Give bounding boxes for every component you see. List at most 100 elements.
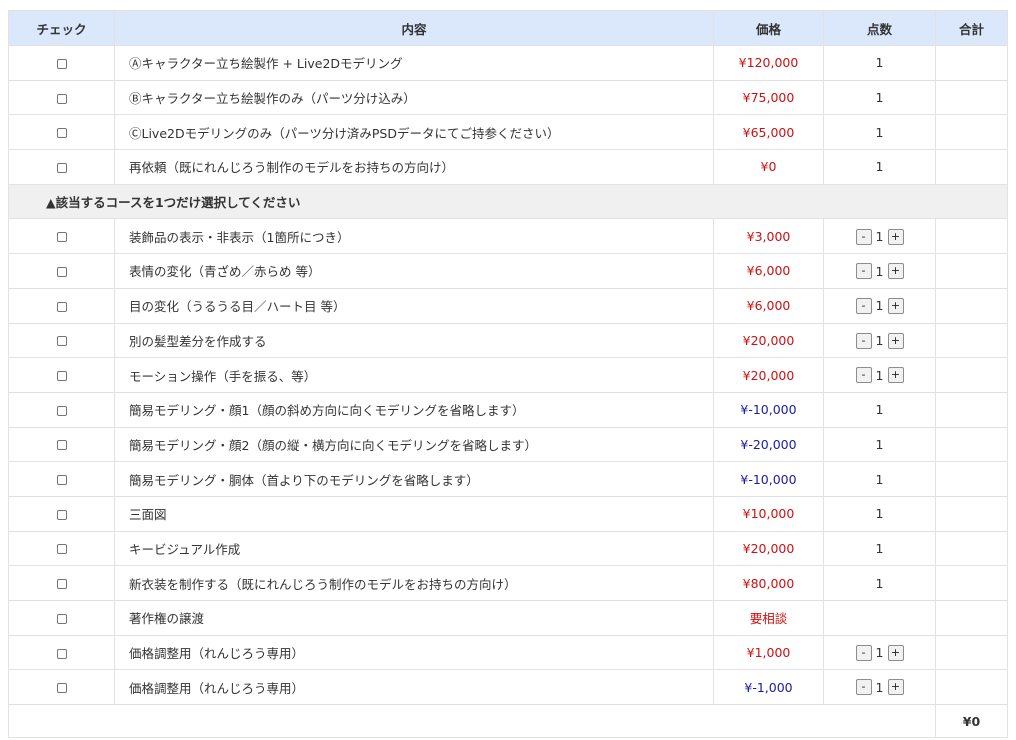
item-quantity: 1: [823, 530, 936, 567]
option-checkbox[interactable]: [56, 232, 67, 243]
increment-button[interactable]: +: [887, 297, 904, 314]
table-row: 目の変化（うるうる目／ハート目 等） ¥6,000 -1 +: [8, 287, 1008, 324]
item-total: [935, 634, 1008, 671]
item-price: ¥0: [713, 149, 824, 185]
option-checkbox[interactable]: [56, 301, 67, 312]
item-price: ¥20,000: [713, 322, 824, 359]
header-quantity: 点数: [823, 10, 936, 46]
option-checkbox[interactable]: [56, 371, 67, 382]
increment-button[interactable]: +: [887, 332, 904, 349]
header-check: チェック: [8, 10, 115, 46]
decrement-button[interactable]: -: [855, 228, 872, 245]
increment-button[interactable]: +: [887, 367, 904, 384]
section-note: ▲該当するコースを1つだけ選択してください: [8, 183, 1008, 220]
item-total: [935, 45, 1008, 81]
item-price: ¥75,000: [713, 79, 824, 116]
total-row: ¥0: [8, 704, 1008, 739]
item-total: [935, 391, 1008, 428]
quantity-stepper: -1 +: [855, 367, 904, 384]
table-row: 三面図 ¥10,000 1: [8, 495, 1008, 532]
item-total: [935, 357, 1008, 393]
item-total: [935, 253, 1008, 289]
item-price: ¥120,000: [713, 45, 824, 81]
increment-button[interactable]: +: [887, 644, 904, 661]
item-price: ¥20,000: [713, 530, 824, 567]
item-total: [935, 600, 1008, 636]
item-label: 表情の変化（青ざめ／赤らめ 等）: [114, 253, 714, 289]
item-total: [935, 495, 1008, 532]
header-total: 合計: [935, 10, 1008, 46]
price-table: チェック 内容 価格 点数 合計 Ⓐキャラクター立ち絵製作 + Live2Dモデ…: [8, 10, 1008, 739]
table-row: 表情の変化（青ざめ／赤らめ 等） ¥6,000 -1 +: [8, 253, 1008, 289]
option-checkbox[interactable]: [56, 683, 67, 694]
table-header-row: チェック 内容 価格 点数 合計: [8, 10, 1008, 46]
item-quantity: 1: [875, 333, 884, 349]
item-price: ¥20,000: [713, 357, 824, 393]
item-quantity: 1: [875, 263, 884, 279]
item-quantity: 1: [875, 679, 884, 695]
increment-button[interactable]: +: [887, 263, 904, 280]
decrement-button[interactable]: -: [855, 297, 872, 314]
table-row: 簡易モデリング・顔1（顔の斜め方向に向くモデリングを省略します） ¥-10,000…: [8, 391, 1008, 428]
item-quantity: 1: [823, 149, 936, 185]
course-checkbox[interactable]: [56, 162, 67, 173]
item-total: [935, 461, 1008, 497]
item-price: ¥6,000: [713, 287, 824, 324]
item-label: 目の変化（うるうる目／ハート目 等）: [114, 287, 714, 324]
item-quantity: 1: [875, 229, 884, 245]
item-price: ¥-20,000: [713, 426, 824, 463]
item-label: 簡易モデリング・顔2（顔の縦・横方向に向くモデリングを省略します）: [114, 426, 714, 463]
item-label: ⒸLive2Dモデリングのみ（パーツ分け済みPSDデータにてご持参ください）: [114, 114, 714, 151]
item-total: [935, 114, 1008, 151]
option-checkbox[interactable]: [56, 579, 67, 590]
item-quantity: 1: [823, 391, 936, 428]
option-checkbox[interactable]: [56, 475, 67, 486]
option-checkbox[interactable]: [56, 336, 67, 347]
option-checkbox[interactable]: [56, 440, 67, 451]
table-row: キービジュアル作成 ¥20,000 1: [8, 530, 1008, 567]
item-label: モーション操作（手を振る、等）: [114, 357, 714, 393]
item-quantity: 1: [875, 367, 884, 383]
course-checkbox[interactable]: [56, 128, 67, 139]
option-checkbox[interactable]: [56, 613, 67, 624]
increment-button[interactable]: +: [887, 679, 904, 696]
decrement-button[interactable]: -: [855, 367, 872, 384]
item-total: [935, 322, 1008, 359]
item-label: 再依頼（既にれんじろう制作のモデルをお持ちの方向け）: [114, 149, 714, 185]
item-total: [935, 565, 1008, 601]
increment-button[interactable]: +: [887, 228, 904, 245]
item-total: [935, 426, 1008, 463]
table-row: ⒸLive2Dモデリングのみ（パーツ分け済みPSDデータにてご持参ください） ¥…: [8, 114, 1008, 151]
decrement-button[interactable]: -: [855, 644, 872, 661]
item-label: 装飾品の表示・非表示（1箇所につき）: [114, 218, 714, 255]
item-price: ¥6,000: [713, 253, 824, 289]
item-quantity: 1: [875, 645, 884, 661]
decrement-button[interactable]: -: [855, 332, 872, 349]
decrement-button[interactable]: -: [855, 679, 872, 696]
header-price: 価格: [713, 10, 824, 46]
item-quantity: 1: [823, 565, 936, 601]
item-total: [935, 79, 1008, 116]
option-checkbox[interactable]: [56, 405, 67, 416]
course-checkbox[interactable]: [56, 93, 67, 104]
quantity-stepper: -1 +: [855, 644, 904, 661]
option-checkbox[interactable]: [56, 509, 67, 520]
decrement-button[interactable]: -: [855, 263, 872, 280]
option-checkbox[interactable]: [56, 266, 67, 277]
item-price: ¥3,000: [713, 218, 824, 255]
table-row: 装飾品の表示・非表示（1箇所につき） ¥3,000 -1 +: [8, 218, 1008, 255]
quantity-stepper: -1 +: [855, 297, 904, 314]
table-row: Ⓐキャラクター立ち絵製作 + Live2Dモデリング ¥120,000 1: [8, 45, 1008, 81]
item-label: 価格調整用（れんじろう専用）: [114, 634, 714, 671]
item-quantity: 1: [823, 114, 936, 151]
option-checkbox[interactable]: [56, 544, 67, 555]
item-label: Ⓑキャラクター立ち絵製作のみ（パーツ分け込み）: [114, 79, 714, 116]
table-row: 簡易モデリング・顔2（顔の縦・横方向に向くモデリングを省略します） ¥-20,00…: [8, 426, 1008, 463]
item-label: 簡易モデリング・胴体（首より下のモデリングを省略します）: [114, 461, 714, 497]
table-row: 価格調整用（れんじろう専用） ¥-1,000 -1 +: [8, 669, 1008, 706]
table-row: 価格調整用（れんじろう専用） ¥1,000 -1 +: [8, 634, 1008, 671]
course-checkbox[interactable]: [56, 58, 67, 69]
option-checkbox[interactable]: [56, 648, 67, 659]
table-row: 簡易モデリング・胴体（首より下のモデリングを省略します） ¥-10,000 1: [8, 461, 1008, 497]
item-quantity: 1: [823, 45, 936, 81]
